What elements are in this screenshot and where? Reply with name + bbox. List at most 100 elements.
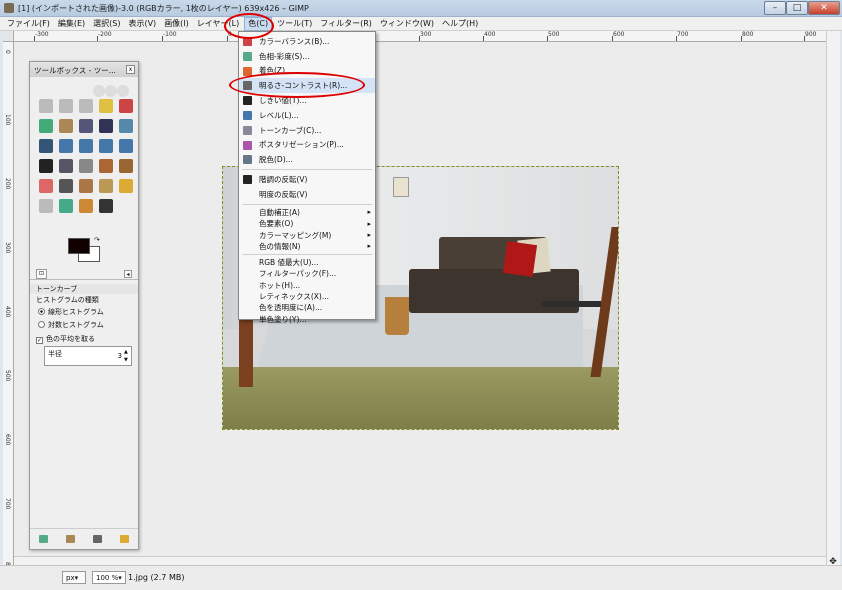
toolbox-title: ツールボックス - ツー... x (30, 62, 138, 77)
log-histogram-option[interactable]: 対数ヒストグラム (30, 320, 138, 330)
tool-icon-3[interactable] (99, 99, 113, 113)
tool-icon-20[interactable] (39, 179, 53, 193)
color-menu-item[interactable]: 色を透明度に(A)... (239, 302, 375, 313)
fg-bg-colors[interactable]: ↷ (66, 236, 106, 270)
tool-icon-8[interactable] (99, 119, 113, 133)
zoom-select[interactable]: 100 %▾ (92, 571, 126, 584)
color-menu-item[interactable]: レベル(L)... (239, 108, 375, 123)
tool-icon-13[interactable] (99, 139, 113, 153)
color-menu-item[interactable]: 階調の反転(V) (239, 172, 375, 187)
spinner-arrows-icon[interactable]: ▲ ▼ (124, 348, 130, 364)
color-menu-item[interactable]: カラーマッピング(M) (239, 229, 375, 240)
sample-average-checkbox[interactable]: ✓ (36, 337, 43, 344)
menu-10[interactable]: ヘルプ(H) (439, 18, 481, 30)
tool-icon-10[interactable] (39, 139, 53, 153)
tool-icon-26[interactable] (59, 199, 73, 213)
horizontal-ruler[interactable]: -300-200-1000100200300400500600700800900 (14, 31, 826, 42)
menu-2[interactable]: 選択(S) (90, 18, 123, 30)
color-menu-item[interactable]: 自動補正(A) (239, 207, 375, 218)
radius-spinner[interactable]: 半径 3 ▲ ▼ (44, 346, 132, 366)
color-menu-item-label: 色を透明度に(A)... (259, 303, 323, 313)
vertical-ruler[interactable]: 0100200300400500600700800 (3, 42, 14, 573)
color-menu-item[interactable]: 単色塗り(Y)... (239, 313, 375, 324)
menu-7[interactable]: ツール(T) (274, 18, 315, 30)
menu-4[interactable]: 画像(I) (161, 18, 192, 30)
save-options-icon[interactable] (39, 534, 48, 543)
unit-select[interactable]: px▾ (62, 571, 86, 584)
toolbox-close-button[interactable]: x (126, 65, 135, 74)
tool-icon-2[interactable] (79, 99, 93, 113)
minimize-button[interactable]: – (764, 1, 786, 15)
tool-icon-18[interactable] (99, 159, 113, 173)
tool-icon-0[interactable] (39, 99, 53, 113)
delete-options-icon[interactable] (93, 534, 102, 543)
color-menu-item-label: カラーバランス(B)... (259, 36, 330, 46)
reset-options-icon[interactable] (120, 534, 129, 543)
color-menu-item[interactable]: 色の情報(N) (239, 241, 375, 252)
annotation-circle-color-menu (224, 13, 274, 39)
swap-colors-icon[interactable]: ↷ (94, 236, 100, 244)
close-button[interactable]: ✕ (808, 1, 840, 15)
color-menu-item[interactable]: ポスタリゼーション(P)... (239, 138, 375, 153)
photo-tatami (223, 367, 618, 429)
tool-icon-23[interactable] (99, 179, 113, 193)
tool-icon-17[interactable] (79, 159, 93, 173)
color-menu-item[interactable]: レティネックス(X)... (239, 291, 375, 302)
tool-options-tab[interactable]: ⊡ (36, 269, 47, 279)
menu-1[interactable]: 編集(E) (55, 18, 88, 30)
tool-icon-27[interactable] (79, 199, 93, 213)
tool-icon-11[interactable] (59, 139, 73, 153)
menu-separator (242, 253, 372, 255)
tool-icon-5[interactable] (39, 119, 53, 133)
color-menu-item[interactable]: トーンカーブ(C)... (239, 123, 375, 138)
tab-menu-button[interactable]: ◂ (124, 270, 132, 278)
color-menu-item[interactable]: 色要素(O) (239, 218, 375, 229)
restore-options-icon[interactable] (66, 534, 75, 543)
radio-linear[interactable] (38, 308, 45, 315)
photo-cushion (502, 241, 538, 277)
menu-3[interactable]: 表示(V) (125, 18, 159, 30)
vertical-scrollbar[interactable] (826, 31, 840, 565)
menu-separator (242, 203, 372, 205)
color-menu-item[interactable]: 脱色(D)... (239, 152, 375, 167)
status-bar: px▾ 100 %▾ 1.jpg (2.7 MB) (0, 565, 842, 590)
color-menu-item-label: カラーマッピング(M) (259, 230, 332, 240)
radio-log[interactable] (38, 321, 45, 328)
tool-icon-21[interactable] (59, 179, 73, 193)
tool-icon-24[interactable] (119, 179, 133, 193)
maximize-button[interactable]: □ (786, 1, 808, 15)
tool-icon-12[interactable] (79, 139, 93, 153)
radius-value[interactable]: 3 (118, 352, 122, 360)
tool-icon-14[interactable] (119, 139, 133, 153)
ruler-tick-label: -100 (163, 31, 177, 38)
ruler-tick (162, 36, 163, 41)
tool-icon-7[interactable] (79, 119, 93, 133)
tool-icon-9[interactable] (119, 119, 133, 133)
tool-icon-6[interactable] (59, 119, 73, 133)
color-menu-item[interactable]: RGB 値最大(U)... (239, 257, 375, 268)
tool-icon-1[interactable] (59, 99, 73, 113)
tool-icon-19[interactable] (119, 159, 133, 173)
foreground-color[interactable] (68, 238, 90, 254)
menu-9[interactable]: ウィンドウ(W) (377, 18, 437, 30)
horizontal-scrollbar[interactable] (14, 556, 826, 565)
ruler-tick (612, 36, 613, 41)
tool-icon-28[interactable] (99, 199, 113, 213)
color-menu-item[interactable]: 色相-彩度(S)... (239, 49, 375, 64)
menu-0[interactable]: ファイル(F) (4, 18, 53, 30)
tool-icon-15[interactable] (39, 159, 53, 173)
color-menu-item[interactable]: フィルターパック(F)... (239, 268, 375, 279)
tool-icon-25[interactable] (39, 199, 53, 213)
tool-icon-4[interactable] (119, 99, 133, 113)
color-menu-item-label: 明度の反転(V) (259, 189, 308, 199)
desaturate-icon (243, 155, 252, 165)
tool-icon-22[interactable] (79, 179, 93, 193)
color-menu-item[interactable]: ホット(H)... (239, 280, 375, 291)
ruler-tick (419, 36, 420, 41)
sample-average-option[interactable]: ✓ 色の平均を取る (30, 334, 138, 344)
tool-icon-16[interactable] (59, 159, 73, 173)
ruler-corner[interactable] (3, 31, 14, 42)
color-menu-item[interactable]: 明度の反転(V) (239, 187, 375, 202)
linear-histogram-option[interactable]: 線形ヒストグラム (30, 307, 138, 317)
menu-8[interactable]: フィルター(R) (317, 18, 375, 30)
